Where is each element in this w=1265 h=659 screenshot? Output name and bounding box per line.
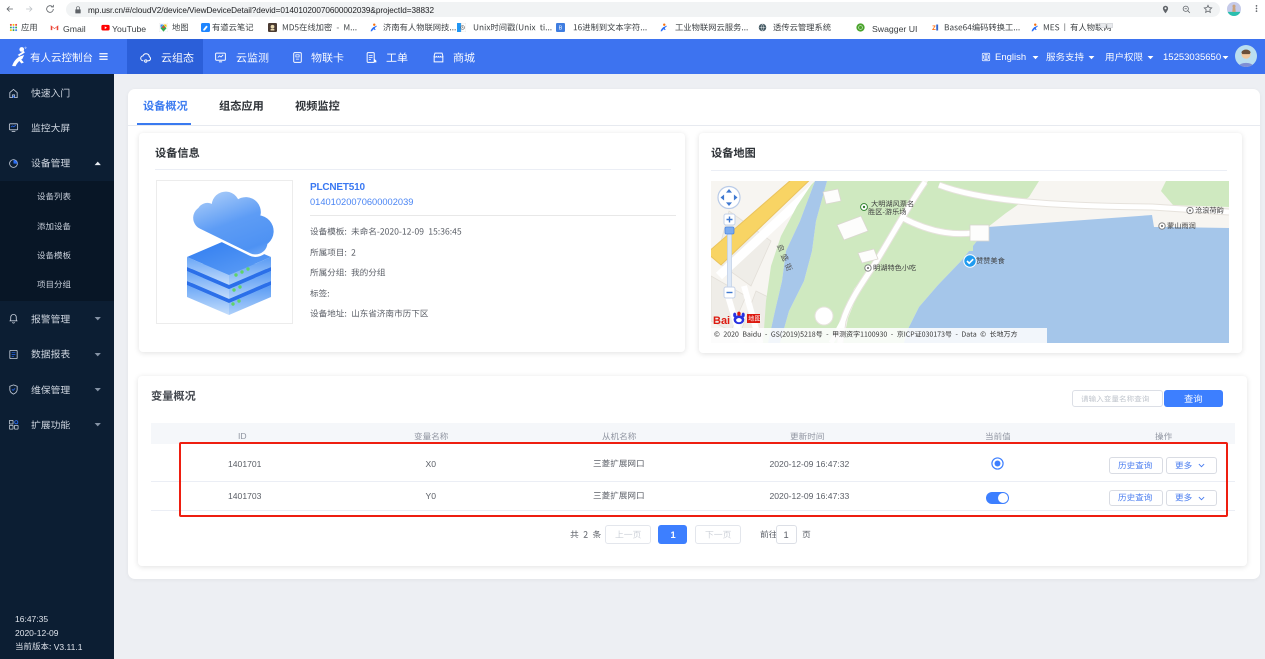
svg-text:B: B [559,25,563,31]
svg-text:Bai: Bai [713,315,730,327]
svg-text:Z: Z [932,25,936,31]
